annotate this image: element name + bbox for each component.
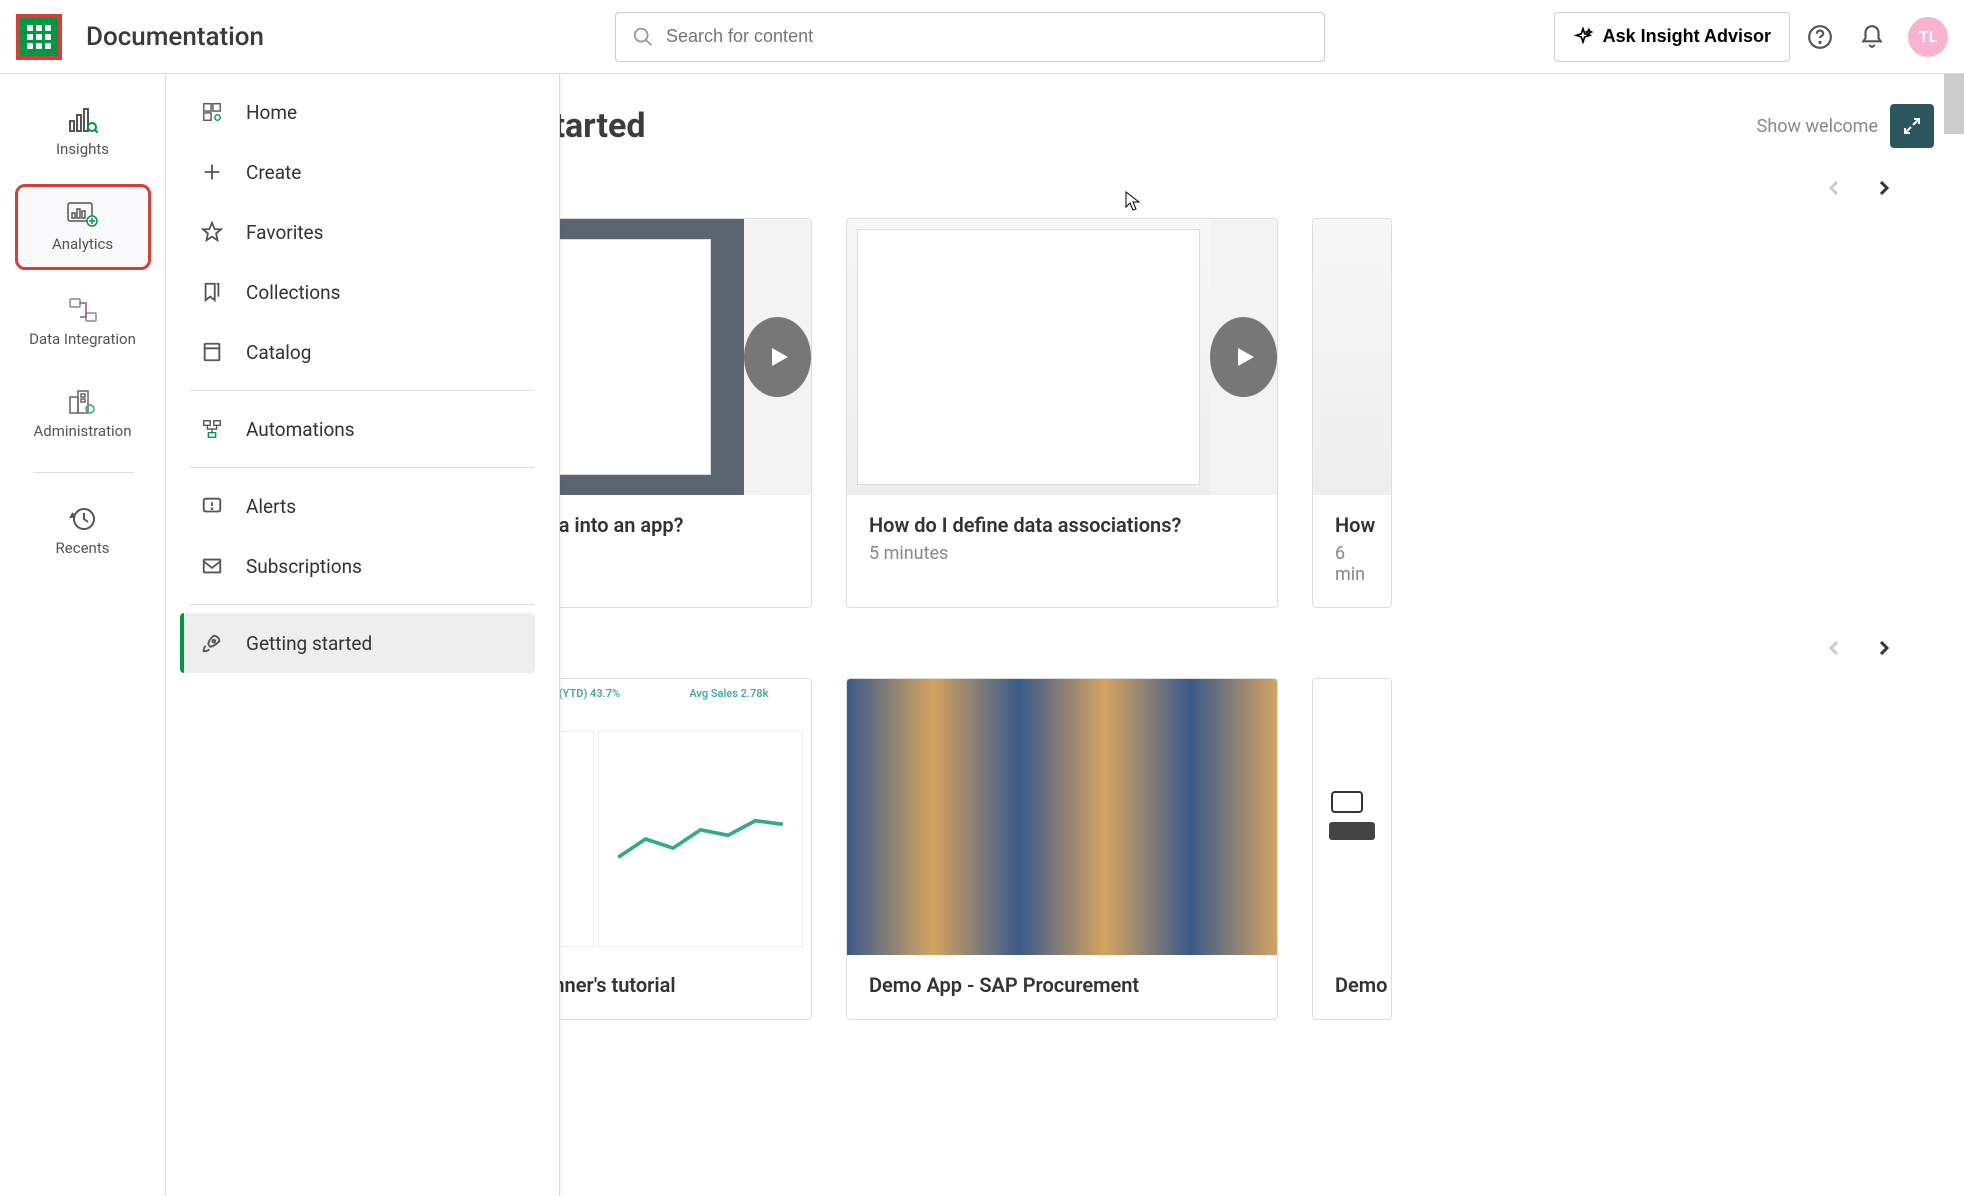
data-integration-icon [66, 296, 100, 324]
play-icon [744, 317, 811, 397]
rail-item-administration[interactable]: Administration [15, 374, 151, 454]
nav-label: Home [246, 101, 297, 124]
show-welcome-label: Show welcome [1757, 116, 1878, 137]
video-card-title: How [1335, 513, 1369, 537]
help-button[interactable] [1798, 15, 1842, 59]
rail-label: Recents [56, 539, 110, 557]
catalog-icon [200, 340, 224, 364]
search-icon [632, 26, 654, 48]
rail-item-recents[interactable]: Recents [15, 491, 151, 571]
recents-icon [66, 505, 100, 533]
grid-icon [27, 25, 51, 49]
alert-icon [200, 494, 224, 518]
rail-item-analytics[interactable]: Analytics [15, 184, 151, 270]
nav-separator [190, 604, 535, 605]
search-container [615, 12, 1325, 62]
chevron-left-icon [1825, 639, 1843, 657]
header-right-actions: Ask Insight Advisor TL [1554, 12, 1948, 62]
page-breadcrumb-title: Documentation [86, 22, 264, 52]
plus-icon [200, 160, 224, 184]
mouse-cursor [1125, 191, 1141, 215]
nav-item-create[interactable]: Create [190, 142, 535, 202]
demo-thumbnail [1313, 679, 1391, 955]
user-avatar[interactable]: TL [1908, 17, 1948, 57]
scrollbar[interactable] [1944, 74, 1964, 134]
demo-card[interactable]: Demo App - SAP Procurement [846, 678, 1278, 1020]
demo-card[interactable]: Demo [1312, 678, 1392, 1020]
carousel-next-button[interactable] [1864, 628, 1904, 668]
video-card-duration: 5 minutes [869, 543, 1255, 564]
star-icon [200, 220, 224, 244]
analytics-icon [66, 201, 100, 229]
sparkle-icon [1573, 27, 1593, 47]
demo-card-title: Demo App - SAP Procurement [869, 973, 1255, 997]
carousel-nav [1814, 168, 1904, 208]
notifications-button[interactable] [1850, 15, 1894, 59]
home-icon [200, 100, 224, 124]
video-card[interactable]: How do I define data associations? 5 min… [846, 218, 1278, 608]
insight-button-label: Ask Insight Advisor [1603, 26, 1771, 47]
rail-item-insights[interactable]: Insights [15, 92, 151, 172]
search-input[interactable] [666, 26, 1308, 47]
nav-item-catalog[interactable]: Catalog [190, 322, 535, 382]
nav-separator [190, 467, 535, 468]
expand-welcome-button[interactable] [1890, 104, 1934, 148]
nav-label: Catalog [246, 341, 311, 364]
secondary-nav-panel: Home Create Favorites Collections Catalo… [166, 74, 560, 1196]
nav-label: Create [246, 161, 301, 184]
nav-label: Collections [246, 281, 340, 304]
show-welcome-control: Show welcome [1757, 104, 1934, 148]
nav-item-getting-started[interactable]: Getting started [180, 613, 535, 673]
administration-icon [66, 388, 100, 416]
nav-item-alerts[interactable]: Alerts [190, 476, 535, 536]
search-box[interactable] [615, 12, 1325, 62]
rail-label: Data Integration [29, 330, 136, 348]
chevron-left-icon [1825, 179, 1843, 197]
nav-separator [190, 390, 535, 391]
chevron-right-icon [1875, 639, 1893, 657]
carousel-prev-button[interactable] [1814, 168, 1854, 208]
nav-item-home[interactable]: Home [190, 82, 535, 142]
rail-label: Administration [34, 422, 132, 440]
video-card[interactable]: How 6 min [1312, 218, 1392, 608]
rocket-icon [200, 631, 224, 655]
demo-card-title: Demo [1335, 973, 1369, 997]
play-icon [1210, 317, 1277, 397]
nav-label: Getting started [246, 632, 372, 655]
chevron-right-icon [1875, 179, 1893, 197]
top-header: Documentation Ask Insight Advisor TL [0, 0, 1964, 74]
rail-item-data-integration[interactable]: Data Integration [15, 282, 151, 362]
nav-item-automations[interactable]: Automations [190, 399, 535, 459]
expand-icon [1902, 116, 1922, 136]
nav-label: Subscriptions [246, 555, 362, 578]
video-card-duration: 6 min [1335, 543, 1369, 585]
nav-item-collections[interactable]: Collections [190, 262, 535, 322]
automations-icon [200, 417, 224, 441]
rail-label: Analytics [52, 235, 113, 253]
rail-separator [33, 472, 133, 473]
nav-label: Favorites [246, 221, 323, 244]
app-launcher-button[interactable] [16, 14, 62, 60]
help-icon [1807, 24, 1833, 50]
nav-item-subscriptions[interactable]: Subscriptions [190, 536, 535, 596]
demo-thumbnail [847, 679, 1277, 955]
nav-label: Alerts [246, 495, 296, 518]
left-rail: Insights Analytics Data Integration Admi… [0, 74, 166, 1196]
ask-insight-advisor-button[interactable]: Ask Insight Advisor [1554, 12, 1790, 62]
rail-label: Insights [56, 140, 109, 158]
carousel-next-button[interactable] [1864, 168, 1904, 208]
carousel-prev-button[interactable] [1814, 628, 1854, 668]
bell-icon [1859, 24, 1885, 50]
insights-icon [66, 106, 100, 134]
video-thumbnail [1313, 219, 1391, 495]
video-card-title: How do I define data associations? [869, 513, 1255, 537]
video-thumbnail [847, 219, 1277, 495]
nav-label: Automations [246, 418, 355, 441]
mail-icon [200, 554, 224, 578]
bookmark-icon [200, 280, 224, 304]
carousel-nav [1814, 628, 1904, 668]
nav-item-favorites[interactable]: Favorites [190, 202, 535, 262]
